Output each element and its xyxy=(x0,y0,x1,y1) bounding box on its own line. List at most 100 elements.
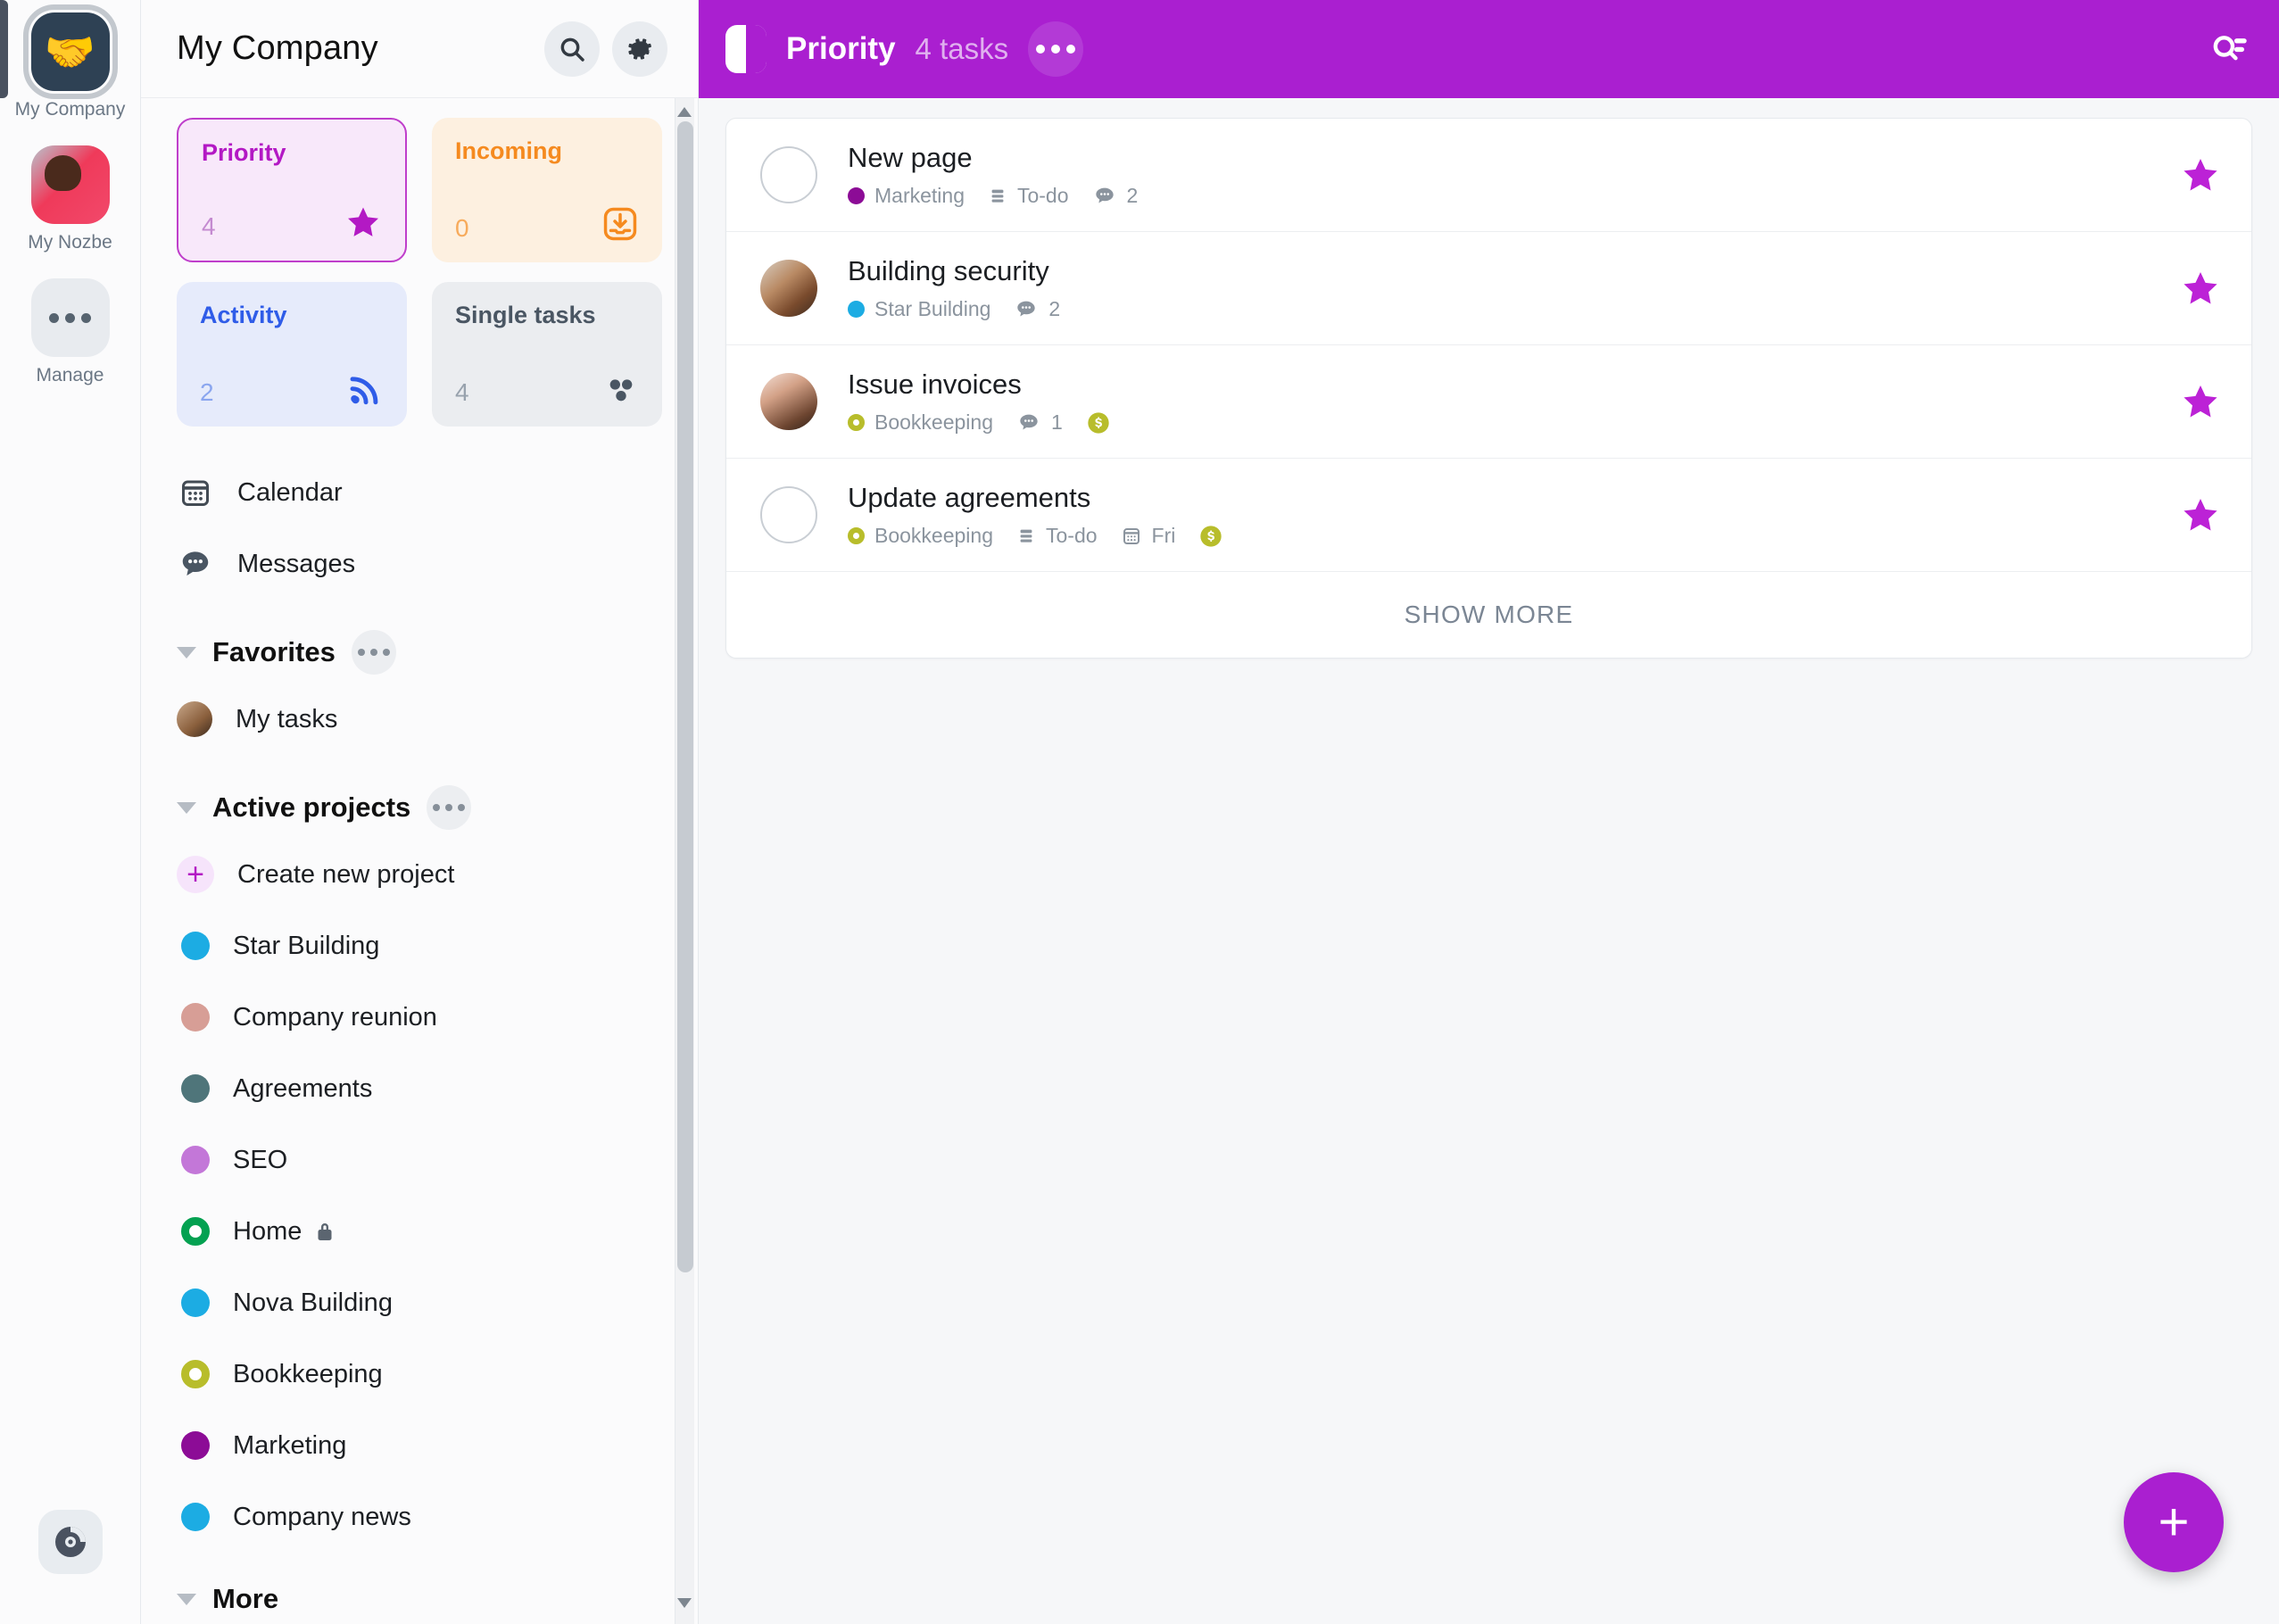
project-item-label: Marketing xyxy=(233,1430,347,1460)
project-item-nova-building[interactable]: Nova Building xyxy=(177,1267,662,1338)
task-project[interactable]: Star Building xyxy=(848,297,990,321)
rail-label-my-nozbe: My Nozbe xyxy=(28,232,112,253)
task-list[interactable]: To-do xyxy=(1016,524,1098,548)
star-icon xyxy=(344,203,382,241)
sidebar-item-calendar[interactable]: Calendar xyxy=(177,457,662,528)
task-checkbox[interactable] xyxy=(760,146,817,203)
card-incoming[interactable]: Incoming 0 xyxy=(432,118,662,262)
rail-edge-marker xyxy=(0,0,8,98)
task-due-date[interactable]: Fri xyxy=(1121,524,1176,548)
ellipsis-icon[interactable] xyxy=(30,278,110,357)
gear-icon[interactable] xyxy=(612,21,667,77)
workspace-rail: 🤝 My Company My Nozbe Manage xyxy=(0,0,141,1624)
task-comments[interactable]: 2 xyxy=(1092,184,1139,209)
task-list-container: New page Marketing To-do 2 Building secu… xyxy=(699,98,2279,1624)
dollar-icon xyxy=(1086,410,1111,435)
view-more-icon[interactable] xyxy=(1028,21,1084,77)
task-comment-count: 2 xyxy=(1126,184,1139,207)
project-item-bookkeeping[interactable]: Bookkeeping xyxy=(177,1338,662,1410)
panel-toggle-icon[interactable] xyxy=(725,25,767,73)
project-item-home[interactable]: Home xyxy=(177,1196,662,1267)
task-comment-count: 1 xyxy=(1051,410,1063,434)
card-activity[interactable]: Activity 2 xyxy=(177,282,407,427)
show-more-button[interactable]: SHOW MORE xyxy=(726,572,2251,658)
chevron-down-icon[interactable] xyxy=(177,801,196,814)
list-icon xyxy=(1016,526,1036,546)
rail-label-manage: Manage xyxy=(36,365,104,385)
chevron-down-icon[interactable] xyxy=(177,1593,196,1605)
card-single-tasks-count: 4 xyxy=(455,378,469,406)
scroll-up-arrow-icon[interactable] xyxy=(677,107,692,117)
project-item-label: Agreements xyxy=(233,1073,373,1103)
table-row[interactable]: Building security Star Building 2 xyxy=(726,232,2251,345)
project-item-company-reunion[interactable]: Company reunion xyxy=(177,982,662,1053)
rail-bottom-button[interactable] xyxy=(37,1510,103,1574)
task-list[interactable]: To-do xyxy=(988,184,1069,208)
person-avatar[interactable] xyxy=(30,145,110,224)
sidebar-scrollbar-thumb[interactable] xyxy=(677,121,693,1272)
project-item-marketing[interactable]: Marketing xyxy=(177,1410,662,1481)
project-color-dot xyxy=(181,1074,210,1103)
sidebar-item-calendar-label: Calendar xyxy=(237,477,343,507)
search-icon[interactable] xyxy=(544,21,600,77)
task-list-card: New page Marketing To-do 2 Building secu… xyxy=(725,118,2252,659)
task-cost-badge[interactable] xyxy=(1198,524,1223,549)
app-root: 🤝 My Company My Nozbe Manage My Company … xyxy=(0,0,2279,1624)
project-item-company-news[interactable]: Company news xyxy=(177,1481,662,1553)
favorites-more-icon[interactable] xyxy=(351,630,396,675)
task-assignee-avatar[interactable] xyxy=(760,373,817,430)
create-new-project-button[interactable]: + Create new project xyxy=(177,839,662,910)
task-star-icon[interactable] xyxy=(2180,268,2221,309)
chevron-down-icon[interactable] xyxy=(177,646,196,659)
create-new-project-label: Create new project xyxy=(237,859,455,889)
task-body: Building security Star Building 2 xyxy=(848,255,2180,322)
project-item-seo[interactable]: SEO xyxy=(177,1124,662,1196)
task-project[interactable]: Bookkeeping xyxy=(848,524,993,548)
search-filter-icon[interactable] xyxy=(2208,29,2249,70)
task-title: Issue invoices xyxy=(848,368,1022,400)
section-active-projects-title: Active projects xyxy=(212,791,411,823)
task-project[interactable]: Marketing xyxy=(848,184,965,208)
task-star-icon[interactable] xyxy=(2180,494,2221,535)
card-priority[interactable]: Priority 4 xyxy=(177,118,407,262)
task-comments[interactable]: 1 xyxy=(1016,410,1063,435)
project-item-label: Company news xyxy=(233,1502,411,1531)
section-favorites: Favorites xyxy=(177,630,662,675)
task-comments[interactable]: 2 xyxy=(1014,297,1060,322)
task-star-icon[interactable] xyxy=(2180,154,2221,195)
sidebar-item-messages[interactable]: Messages xyxy=(177,528,662,600)
view-title: Priority xyxy=(786,31,896,66)
task-checkbox[interactable] xyxy=(760,486,817,543)
rail-item-manage[interactable]: Manage xyxy=(11,278,130,386)
handshake-avatar[interactable]: 🤝 xyxy=(22,4,118,99)
table-row[interactable]: Issue invoices Bookkeeping 1 xyxy=(726,345,2251,459)
table-row[interactable]: Update agreements Bookkeeping To-do Fri xyxy=(726,459,2251,572)
favorites-item-my-tasks[interactable]: My tasks xyxy=(177,684,662,755)
project-color-dot xyxy=(848,527,865,544)
nozbe-logo-icon[interactable] xyxy=(37,1510,103,1574)
task-project[interactable]: Bookkeeping xyxy=(848,410,993,435)
task-star-icon[interactable] xyxy=(2180,381,2221,422)
lock-icon xyxy=(314,1220,336,1243)
scroll-down-arrow-icon[interactable] xyxy=(677,1598,692,1608)
task-meta: Bookkeeping To-do Fri xyxy=(848,524,2180,549)
table-row[interactable]: New page Marketing To-do 2 xyxy=(726,119,2251,232)
add-task-button[interactable]: + xyxy=(2124,1472,2224,1572)
task-assignee-avatar[interactable] xyxy=(760,260,817,317)
main-panel: Priority 4 tasks New page Marketing To-d… xyxy=(699,0,2279,1624)
project-color-dot xyxy=(848,301,865,318)
rail-item-my-nozbe[interactable]: My Nozbe xyxy=(11,145,130,253)
active-projects-more-icon[interactable] xyxy=(427,785,472,830)
card-single-tasks-title: Single tasks xyxy=(455,302,596,328)
card-single-tasks[interactable]: Single tasks 4 xyxy=(432,282,662,427)
task-due-date-label: Fri xyxy=(1151,524,1176,547)
rail-item-my-company[interactable]: 🤝 My Company xyxy=(11,4,130,120)
project-color-dot xyxy=(181,932,210,960)
project-item-star-building[interactable]: Star Building xyxy=(177,910,662,982)
comment-icon xyxy=(1016,410,1041,435)
user-avatar xyxy=(177,701,212,737)
comment-icon xyxy=(1092,184,1117,209)
task-cost-badge[interactable] xyxy=(1086,410,1111,435)
calendar-icon xyxy=(1121,526,1142,547)
project-item-agreements[interactable]: Agreements xyxy=(177,1053,662,1124)
